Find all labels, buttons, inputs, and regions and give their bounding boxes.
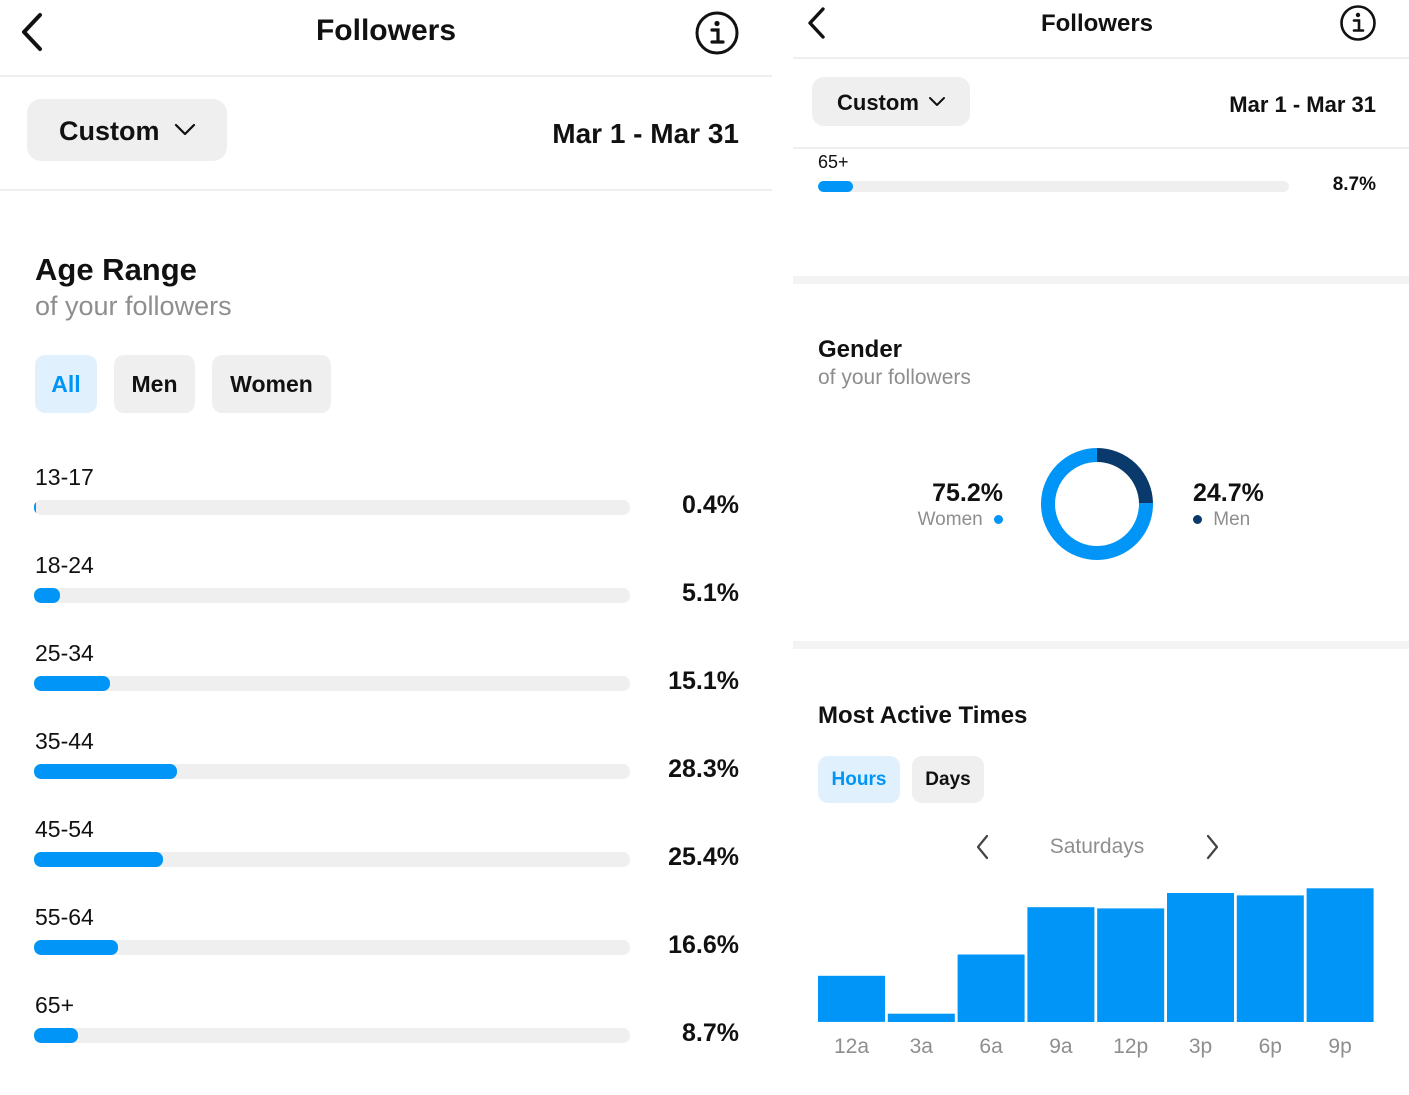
- active-hour-bar[interactable]: [1306, 888, 1374, 1022]
- section-separator: [793, 641, 1409, 649]
- age-row-fill: [34, 940, 119, 955]
- age-row-label: 18-24: [35, 552, 94, 578]
- age-row-fill: [34, 588, 60, 603]
- header-divider: [793, 57, 1409, 59]
- day-selector-label: Saturdays: [1049, 835, 1145, 858]
- age-row-percent: 15.1%: [668, 667, 739, 695]
- left-screen: Followers Custom Mar 1 - Mar 31 Age Rang…: [0, 0, 772, 1095]
- women-dot: [994, 515, 1003, 525]
- section-separator: [793, 276, 1409, 284]
- age-row-track: [34, 764, 630, 779]
- most-active-title: Most Active Times: [818, 702, 1028, 729]
- toggle-days[interactable]: Days: [912, 756, 984, 803]
- chevron-down-icon: [174, 123, 196, 137]
- donut-men-slice: [1096, 448, 1153, 504]
- age-row-label: 13-17: [35, 464, 94, 490]
- age-row-track: [34, 1028, 630, 1043]
- previous-day-icon[interactable]: [972, 832, 994, 862]
- age-row-fill: [34, 1028, 79, 1043]
- age-row-track: [34, 852, 630, 867]
- age-row-label: 65+: [35, 992, 75, 1018]
- active-hour-bar[interactable]: [1236, 895, 1304, 1022]
- age-row-percent: 0.4%: [682, 491, 739, 519]
- age-row-fill: [818, 181, 853, 192]
- page-title: Followers: [1040, 10, 1154, 37]
- hour-tick-label: 9p: [1328, 1035, 1351, 1058]
- age-row-fill: [34, 852, 163, 867]
- age-row-track: [34, 940, 630, 955]
- age-row-track: [34, 500, 630, 515]
- hour-tick-label: 12a: [834, 1035, 869, 1058]
- most-active-bar-chart: 12a 3a 6a 9a 12p 3p 6p 9p: [818, 888, 1374, 1058]
- age-row-percent: 25.4%: [668, 843, 739, 871]
- toggle-hours[interactable]: Hours: [818, 756, 900, 803]
- info-icon[interactable]: [1339, 4, 1377, 42]
- age-row-fill: [34, 500, 37, 515]
- hour-tick-label: 3a: [910, 1035, 934, 1058]
- age-row-percent: 28.3%: [668, 755, 739, 783]
- back-arrow-icon[interactable]: [18, 12, 48, 52]
- active-hour-bar[interactable]: [957, 954, 1025, 1023]
- hour-tick-label: 9a: [1049, 1035, 1073, 1058]
- date-filter-dropdown[interactable]: Custom: [27, 99, 227, 161]
- women-label-row: Women: [918, 509, 1003, 531]
- age-row-fill: [34, 764, 178, 779]
- age-row-label: 45-54: [35, 816, 94, 842]
- segment-women[interactable]: Women: [212, 355, 331, 413]
- age-row-percent: 5.1%: [682, 579, 739, 607]
- filter-divider: [0, 189, 772, 191]
- active-hour-bar[interactable]: [818, 975, 885, 1022]
- info-icon[interactable]: [694, 10, 740, 56]
- filter-divider: [793, 147, 1409, 149]
- dropdown-label: Custom: [837, 90, 919, 115]
- men-label-row: Men: [1193, 509, 1250, 531]
- age-row-track: [34, 676, 630, 691]
- age-range-title: Age Range: [35, 252, 197, 287]
- gender-donut-chart: [1041, 448, 1153, 560]
- date-range: Mar 1 - Mar 31: [1229, 92, 1376, 117]
- hour-tick-label: 3p: [1189, 1035, 1212, 1058]
- active-hour-bar[interactable]: [1167, 893, 1234, 1022]
- header-divider: [0, 75, 772, 77]
- age-row-percent: 16.6%: [668, 931, 739, 959]
- gender-title: Gender: [818, 336, 903, 363]
- dropdown-label: Custom: [59, 116, 160, 146]
- age-row-label: 25-34: [35, 640, 94, 666]
- age-range-subtitle: of your followers: [35, 291, 232, 321]
- page-title: Followers: [315, 14, 457, 47]
- age-row-percent: 8.7%: [1332, 174, 1376, 195]
- age-row-percent: 8.7%: [682, 1019, 739, 1047]
- hour-tick-label: 12p: [1113, 1035, 1148, 1058]
- active-hour-bar[interactable]: [1027, 907, 1095, 1022]
- women-percent: 75.2%: [932, 479, 1003, 507]
- men-label: Men: [1213, 509, 1251, 530]
- age-row-track: [818, 181, 1289, 192]
- date-range: Mar 1 - Mar 31: [552, 118, 739, 149]
- age-row-label: 55-64: [35, 904, 94, 930]
- age-row-label: 35-44: [35, 728, 94, 754]
- date-filter-dropdown[interactable]: Custom: [812, 77, 970, 126]
- age-row-track: [34, 588, 630, 603]
- active-hour-bar[interactable]: [887, 1013, 955, 1022]
- segment-men[interactable]: Men: [114, 355, 195, 413]
- hour-tick-label: 6p: [1259, 1035, 1282, 1058]
- men-dot: [1193, 515, 1202, 525]
- next-day-icon[interactable]: [1201, 832, 1223, 862]
- age-row-label: 65+: [818, 152, 849, 172]
- men-percent: 24.7%: [1193, 479, 1264, 507]
- segment-all[interactable]: All: [35, 355, 97, 413]
- age-row-fill: [34, 676, 111, 691]
- hour-tick-label: 6a: [979, 1035, 1003, 1058]
- gender-subtitle: of your followers: [818, 366, 971, 389]
- right-screen: Followers Custom Mar 1 - Mar 31 65+ 8.7%…: [793, 0, 1409, 1095]
- chevron-down-icon: [928, 96, 946, 108]
- women-label: Women: [917, 509, 983, 530]
- back-arrow-icon[interactable]: [805, 6, 829, 40]
- active-hour-bar[interactable]: [1097, 908, 1165, 1022]
